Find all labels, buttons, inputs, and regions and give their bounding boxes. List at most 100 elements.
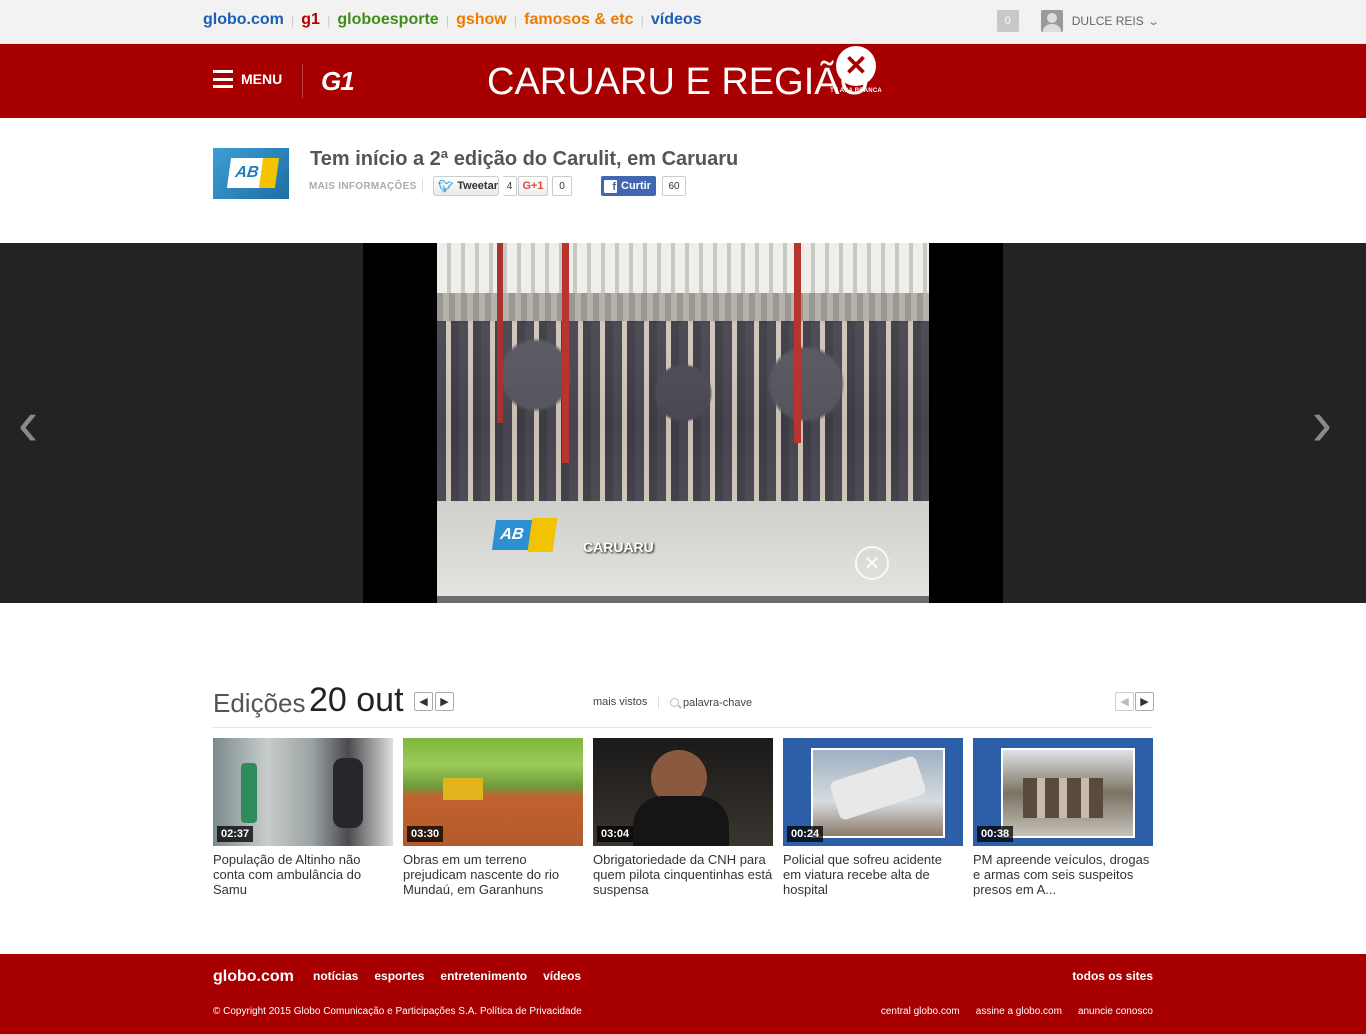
- divider: [302, 64, 303, 98]
- video-duration: 02:37: [217, 826, 254, 842]
- video-player: AB CARUARU ✕ ‹ ›: [0, 243, 1366, 603]
- video-thumbnail[interactable]: 03:04: [593, 738, 773, 846]
- site-link-videos[interactable]: vídeos: [651, 11, 702, 29]
- video-frame[interactable]: AB CARUARU ✕: [437, 243, 929, 603]
- site-link-globo[interactable]: globo.com: [203, 11, 284, 29]
- site-link-famosos[interactable]: famosos & etc: [524, 11, 633, 29]
- like-count: 60: [662, 176, 686, 196]
- user-area: 0 DULCE REIS ⌄: [996, 10, 1160, 32]
- separator: |: [326, 12, 331, 28]
- station-logo-mark: [836, 46, 876, 86]
- video-thumbnail[interactable]: 02:37: [213, 738, 393, 846]
- keyword-search-input[interactable]: [683, 693, 843, 713]
- video-thumbnail[interactable]: 00:24: [783, 738, 963, 846]
- site-link-gshow[interactable]: gshow: [456, 11, 507, 29]
- tweet-button[interactable]: 🐦︎ Tweetar: [433, 176, 499, 196]
- facebook-like-button[interactable]: f Curtir: [601, 176, 656, 196]
- twitter-icon: 🐦︎: [438, 179, 454, 193]
- footer-link-esportes[interactable]: esportes: [374, 969, 424, 983]
- menu-label: MENU: [241, 71, 283, 87]
- date-prev-button[interactable]: ◀: [414, 692, 433, 711]
- gplus-count: 0: [552, 176, 572, 196]
- chevron-down-icon[interactable]: ⌄: [1147, 15, 1160, 28]
- all-sites-link[interactable]: todos os sites: [1072, 969, 1153, 983]
- video-card-title[interactable]: Obrigatoriedade da CNH para quem pilota …: [593, 852, 773, 897]
- video-duration: 00:24: [787, 826, 824, 842]
- video-duration: 03:04: [597, 826, 634, 842]
- video-card[interactable]: 03:30 Obras em um terreno prejudicam nas…: [403, 738, 583, 897]
- channel-thumbnail[interactable]: AB: [213, 148, 289, 199]
- divider: [658, 697, 659, 709]
- footer-links: central globo.com assine a globo.com anu…: [881, 1006, 1153, 1017]
- program-title[interactable]: CARUARU E REGIÃO: [487, 61, 869, 104]
- frame-pole: [497, 243, 503, 423]
- separator: |: [290, 12, 295, 28]
- date-next-button[interactable]: ▶: [435, 692, 454, 711]
- footer-link-noticias[interactable]: notícias: [313, 969, 358, 983]
- footer: globo.com notícias esportes entretenimen…: [0, 954, 1366, 1034]
- next-arrow-icon[interactable]: ›: [1312, 389, 1332, 456]
- video-card-title[interactable]: Policial que sofreu acidente em viatura …: [783, 852, 963, 897]
- tweet-count: 4: [503, 176, 517, 196]
- more-info-link[interactable]: MAIS INFORMAÇÕES: [309, 181, 417, 192]
- video-card[interactable]: 00:24 Policial que sofreu acidente em vi…: [783, 738, 963, 897]
- footer-logo[interactable]: globo.com: [213, 968, 294, 986]
- frame-roof: [437, 243, 929, 293]
- channel-bug: AB: [491, 520, 533, 550]
- hamburger-icon: [213, 70, 233, 88]
- watermark-icon: ✕: [855, 546, 889, 580]
- video-thumbnail[interactable]: 00:38: [973, 738, 1153, 846]
- video-card[interactable]: 02:37 População de Altinho não conta com…: [213, 738, 393, 897]
- facebook-icon: f: [604, 179, 617, 193]
- video-duration: 03:30: [407, 826, 444, 842]
- frame-pole: [794, 243, 801, 443]
- globo-topbar: globo.com | g1 | globoesporte | gshow | …: [0, 0, 1366, 44]
- divider: [213, 727, 1153, 728]
- location-caption: CARUARU: [583, 539, 654, 555]
- video-info: AB Tem início a 2ª edição do Carulit, em…: [0, 118, 1366, 243]
- footer-link-central[interactable]: central globo.com: [881, 1006, 960, 1017]
- footer-link-anuncie[interactable]: anuncie conosco: [1078, 1006, 1153, 1017]
- like-label: Curtir: [621, 180, 651, 192]
- footer-nav: notícias esportes entretenimento vídeos: [313, 969, 581, 983]
- video-card-title[interactable]: PM apreende veículos, drogas e armas com…: [973, 852, 1153, 897]
- frame-crowd: [437, 321, 929, 501]
- prev-arrow-icon[interactable]: ‹: [18, 389, 38, 456]
- thumb-accent: [258, 158, 280, 188]
- copyright-text[interactable]: © Copyright 2015 Globo Comunicação e Par…: [213, 1006, 582, 1017]
- editions-label: Edições: [213, 688, 306, 718]
- video-card[interactable]: 03:04 Obrigatoriedade da CNH para quem p…: [593, 738, 773, 897]
- video-thumbnail[interactable]: 03:30: [403, 738, 583, 846]
- site-link-globoesporte[interactable]: globoesporte: [337, 11, 438, 29]
- separator: |: [445, 12, 450, 28]
- notifications-badge[interactable]: 0: [996, 10, 1019, 32]
- frame-wall: [437, 293, 929, 323]
- program-header: MENU G1 CARUARU E REGIÃO TV ASA BRANCA: [0, 44, 1366, 118]
- footer-link-videos[interactable]: vídeos: [543, 969, 581, 983]
- frame-floor: [437, 501, 929, 603]
- video-card[interactable]: 00:38 PM apreende veículos, drogas e arm…: [973, 738, 1153, 897]
- search-icon: [670, 698, 679, 707]
- globo-sites-nav: globo.com | g1 | globoesporte | gshow | …: [203, 11, 702, 29]
- carousel-next-button[interactable]: ▶: [1135, 692, 1154, 711]
- gplus-button[interactable]: G+1: [518, 176, 548, 196]
- carousel-prev-button[interactable]: ◀: [1115, 692, 1134, 711]
- footer-link-assine[interactable]: assine a globo.com: [976, 1006, 1062, 1017]
- footer-link-entretenimento[interactable]: entretenimento: [440, 969, 527, 983]
- progress-bar[interactable]: [437, 596, 929, 603]
- video-cards: 02:37 População de Altinho não conta com…: [213, 738, 1153, 897]
- video-card-title[interactable]: Obras em um terreno prejudicam nascente …: [403, 852, 583, 897]
- video-duration: 00:38: [977, 826, 1014, 842]
- frame-pole: [562, 243, 569, 463]
- g1-logo[interactable]: G1: [321, 66, 355, 97]
- editions-date: 20 out: [309, 681, 404, 719]
- avatar[interactable]: [1040, 10, 1063, 32]
- station-logo-text: TV ASA BRANCA: [830, 88, 882, 94]
- menu-button[interactable]: MENU: [213, 70, 282, 88]
- most-viewed-link[interactable]: mais vistos: [593, 696, 647, 708]
- username[interactable]: DULCE REIS: [1072, 14, 1144, 28]
- channel-bug-accent: [527, 518, 558, 552]
- separator: |: [640, 12, 644, 28]
- video-card-title[interactable]: População de Altinho não conta com ambul…: [213, 852, 393, 897]
- site-link-g1[interactable]: g1: [301, 11, 320, 29]
